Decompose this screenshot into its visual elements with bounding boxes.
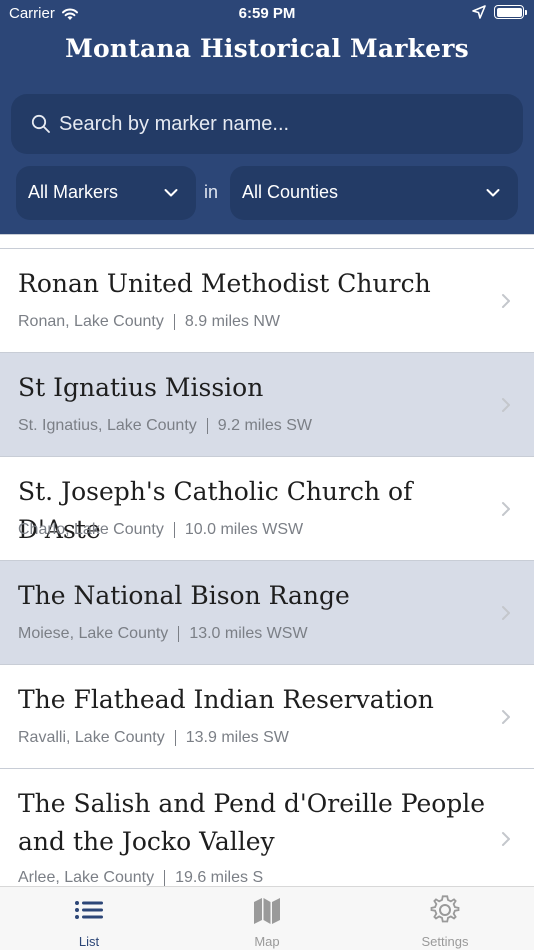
marker-distance: 10.0 miles WSW [184, 521, 304, 538]
marker-title: Ronan United Methodist Church [18, 269, 431, 298]
list-item[interactable]: Ronan United Methodist Church Ronan, Lak… [0, 248, 534, 352]
separator [173, 522, 175, 538]
marker-title: St Ignatius Mission [18, 373, 264, 402]
marker-title: The Flathead Indian Reservation [18, 685, 434, 714]
list-item[interactable]: The National Bison Range Moiese, Lake Co… [0, 560, 534, 664]
marker-type-dropdown[interactable]: All Markers [16, 166, 196, 220]
search-input[interactable] [59, 94, 509, 154]
marker-subtitle: Charlo, Lake County 10.0 miles WSW [18, 521, 303, 539]
marker-title: The Salish and Pend d'Oreille People and… [18, 789, 486, 856]
chevron-right-icon [502, 710, 510, 724]
marker-title: The National Bison Range [18, 581, 350, 610]
search-bar[interactable] [11, 94, 523, 154]
marker-subtitle: St. Ignatius, Lake County 9.2 miles SW [18, 417, 312, 435]
county-value: All Counties [242, 182, 339, 202]
status-icons [472, 5, 527, 19]
list-item[interactable]: St. Joseph's Catholic Church of D'Aste C… [0, 456, 534, 560]
marker-location: Ronan, Lake County [18, 313, 164, 330]
tab-settings[interactable]: Settings [356, 887, 534, 950]
list-item[interactable]: The Salish and Pend d'Oreille People and… [0, 768, 534, 886]
marker-location: Charlo, Lake County [18, 521, 164, 538]
status-bar: Carrier 6:59 PM [0, 0, 534, 28]
marker-distance: 8.9 miles NW [184, 313, 280, 330]
marker-subtitle: Ravalli, Lake County 13.9 miles SW [18, 729, 289, 747]
marker-subtitle: Moiese, Lake County 13.0 miles WSW [18, 625, 308, 643]
marker-location: Arlee, Lake County [18, 869, 155, 886]
marker-list[interactable]: Ronan United Methodist Church Ronan, Lak… [0, 234, 534, 886]
list-item[interactable]: St Ignatius Mission St. Ignatius, Lake C… [0, 352, 534, 456]
list-item-partial[interactable] [0, 234, 534, 248]
separator [206, 418, 208, 434]
marker-distance: 13.9 miles SW [185, 729, 289, 746]
tab-map[interactable]: Map [178, 887, 356, 950]
list-item[interactable]: The Flathead Indian Reservation Ravalli,… [0, 664, 534, 768]
marker-distance: 19.6 miles S [175, 869, 264, 886]
tab-label: Settings [421, 934, 469, 949]
marker-distance: 13.0 miles WSW [189, 625, 308, 642]
chevron-down-icon [164, 189, 178, 197]
marker-type-value: All Markers [28, 182, 119, 202]
map-icon [254, 898, 280, 924]
tab-bar: List Map Settings [0, 886, 534, 950]
in-label: in [204, 182, 219, 202]
list-icon [75, 901, 103, 919]
status-time: 6:59 PM [238, 5, 296, 22]
separator [174, 730, 176, 746]
separator [173, 314, 175, 330]
separator [164, 870, 166, 886]
chevron-right-icon [502, 294, 510, 308]
search-icon [31, 114, 50, 133]
marker-location: Moiese, Lake County [18, 625, 169, 642]
tab-label: Map [254, 934, 280, 949]
battery-icon [494, 5, 527, 19]
chevron-right-icon [502, 606, 510, 620]
marker-subtitle: Arlee, Lake County 19.6 miles S [18, 869, 263, 886]
marker-location: St. Ignatius, Lake County [18, 417, 197, 434]
marker-subtitle: Ronan, Lake County 8.9 miles NW [18, 313, 280, 331]
separator [178, 626, 180, 642]
gear-icon [430, 895, 460, 923]
marker-distance: 9.2 miles SW [217, 417, 313, 434]
page-title: Montana Historical Markers [65, 34, 469, 63]
chevron-down-icon [486, 189, 500, 197]
chevron-right-icon [502, 832, 510, 846]
county-dropdown[interactable]: All Counties [230, 166, 518, 220]
marker-location: Ravalli, Lake County [18, 729, 165, 746]
chevron-right-icon [502, 502, 510, 516]
tab-label: List [78, 934, 100, 949]
app-header: Carrier 6:59 PM Montana Historical Marke… [0, 0, 534, 234]
chevron-right-icon [502, 398, 510, 412]
tab-list[interactable]: List [0, 887, 178, 950]
location-arrow-icon [472, 5, 486, 19]
